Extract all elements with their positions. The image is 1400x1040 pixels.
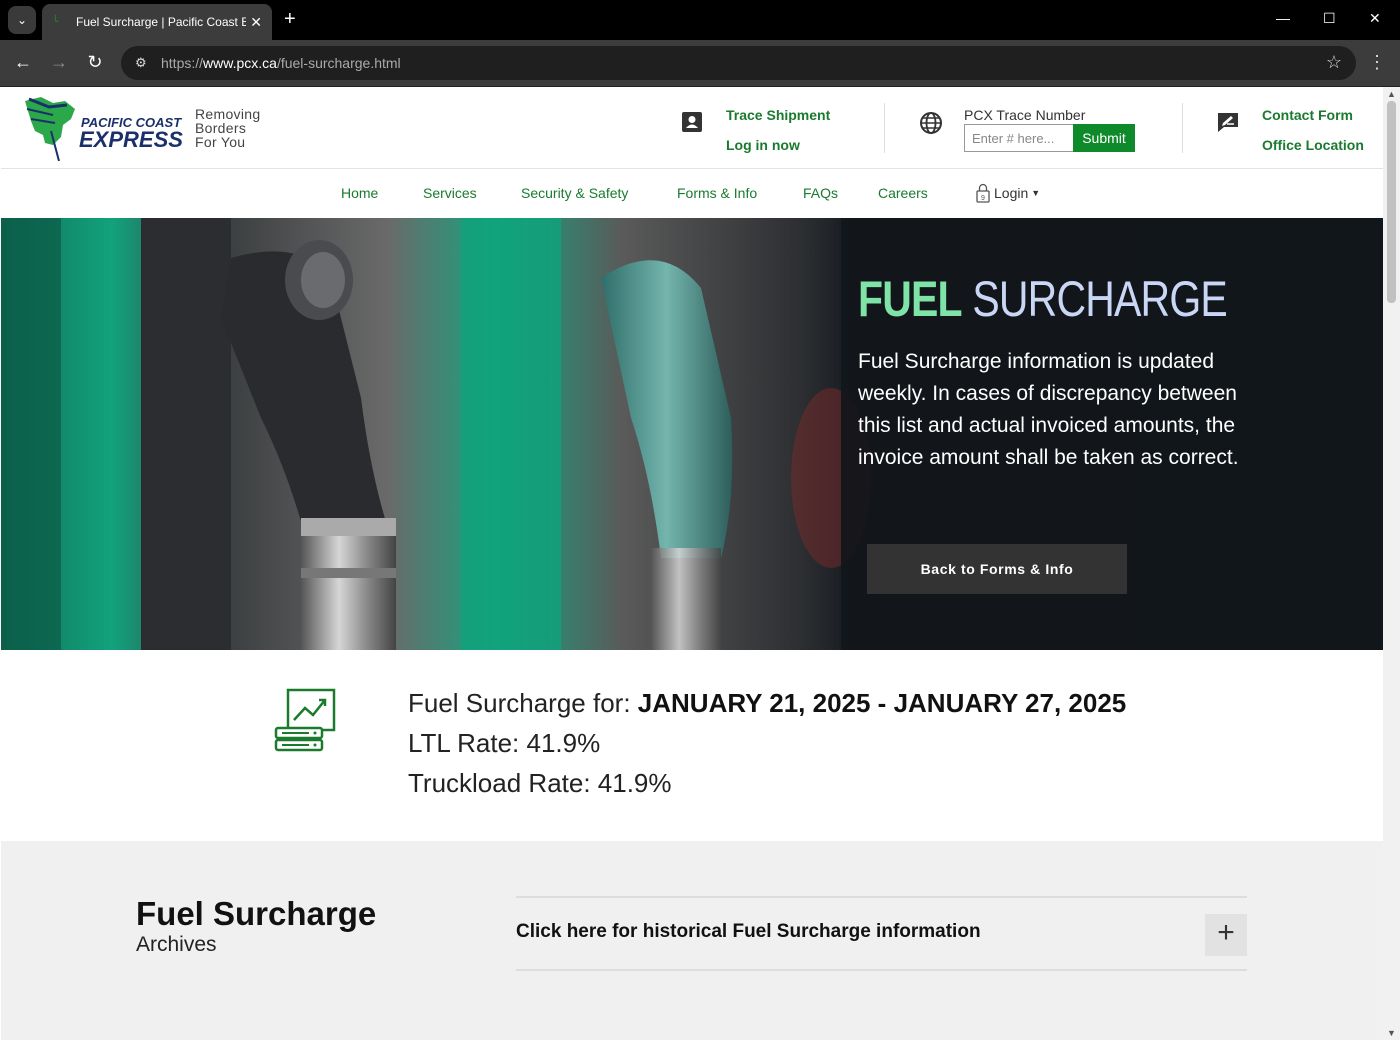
accordion-divider [516, 969, 1247, 971]
address-bar[interactable]: ⚙ https://www.pcx.ca/fuel-surcharge.html… [121, 46, 1356, 80]
logo-map-icon: PACIFIC COAST EXPRESS [25, 97, 183, 162]
browser-tab-active[interactable]: ╰ Fuel Surcharge | Pacific Coast E ✕ [42, 4, 272, 40]
nav-home[interactable]: Home [341, 185, 378, 201]
trace-number-input[interactable] [964, 124, 1074, 152]
hero-description: Fuel Surcharge information is updated we… [858, 350, 1239, 469]
nav-login-dropdown[interactable]: 9 Login ▼ [975, 183, 1040, 203]
archives-subtitle: Archives [136, 933, 217, 956]
site-info-icon[interactable]: ⚙ [135, 55, 157, 71]
office-location-link[interactable]: Office Location [1262, 137, 1364, 153]
reload-icon[interactable]: ↻ [83, 52, 107, 73]
page-scrollbar[interactable]: ▲ ▼ [1383, 87, 1400, 1040]
archives-title: Fuel Surcharge [136, 895, 377, 932]
scroll-thumb[interactable] [1387, 101, 1396, 303]
login-label: Login [994, 185, 1029, 201]
accordion-header[interactable]: Click here for historical Fuel Surcharge… [516, 921, 981, 943]
favicon-icon: ╰ [52, 16, 59, 28]
svg-text:EXPRESS: EXPRESS [79, 127, 183, 152]
lock-icon: 9 [976, 183, 990, 203]
tab-close-icon[interactable]: ✕ [250, 14, 262, 31]
ltl-rate: LTL Rate: 41.9% [408, 728, 601, 758]
header-divider [884, 103, 885, 153]
hero-banner: FUEL SURCHARGE Fuel Surcharge informatio… [1, 218, 1383, 650]
bookmark-star-icon[interactable]: ☆ [1326, 52, 1342, 73]
back-to-forms-button[interactable]: Back to Forms & Info [867, 544, 1127, 594]
forward-icon[interactable]: → [47, 52, 71, 73]
chart-report-icon [273, 688, 337, 759]
scroll-up-icon[interactable]: ▲ [1387, 89, 1396, 99]
trace-shipment-link[interactable]: Trace Shipment [726, 107, 830, 123]
current-surcharge-section: Fuel Surcharge for: JANUARY 21, 2025 - J… [1, 650, 1383, 841]
browser-menu-icon[interactable]: ⋮ [1368, 52, 1386, 73]
contact-form-icon [1216, 111, 1240, 138]
trace-number-label: PCX Trace Number [964, 107, 1086, 123]
page-viewport: PACIFIC COAST EXPRESS Removing Borders F… [1, 87, 1383, 1040]
expand-plus-icon[interactable]: + [1205, 914, 1247, 956]
surcharge-period: Fuel Surcharge for: JANUARY 21, 2025 - J… [408, 688, 1127, 718]
svg-text:9: 9 [981, 195, 985, 202]
window-close-icon[interactable]: ✕ [1369, 10, 1381, 27]
back-icon[interactable]: ← [11, 52, 35, 73]
account-icon [681, 111, 703, 138]
nav-faqs[interactable]: FAQs [803, 185, 838, 201]
truckload-rate: Truckload Rate: 41.9% [408, 768, 672, 798]
contact-form-link[interactable]: Contact Form [1262, 107, 1353, 123]
nav-careers[interactable]: Careers [878, 185, 928, 201]
trace-submit-button[interactable]: Submit [1073, 124, 1135, 152]
hero-title: FUEL SURCHARGE [858, 271, 1228, 327]
log-in-now-link[interactable]: Log in now [726, 137, 800, 153]
pcx-logo[interactable]: PACIFIC COAST EXPRESS [23, 95, 188, 162]
new-tab-icon[interactable]: + [284, 8, 296, 31]
globe-icon [919, 111, 943, 140]
header-divider [1182, 103, 1183, 153]
maximize-icon[interactable]: ☐ [1323, 10, 1336, 27]
tagline: Removing Borders For You [195, 106, 261, 150]
browser-toolbar: ← → ↻ ⚙ https://www.pcx.ca/fuel-surcharg… [0, 40, 1400, 87]
scroll-down-icon[interactable]: ▼ [1387, 1028, 1396, 1038]
main-nav: Home Services Security & Safety Forms & … [1, 169, 1383, 218]
minimize-icon[interactable]: — [1276, 10, 1290, 26]
nav-services[interactable]: Services [423, 185, 477, 201]
nav-forms-info[interactable]: Forms & Info [677, 185, 757, 201]
tab-search-button[interactable]: ⌄ [8, 6, 36, 34]
nav-security-safety[interactable]: Security & Safety [521, 185, 628, 201]
browser-tabbar: ⌄ ╰ Fuel Surcharge | Pacific Coast E ✕ +… [0, 0, 1400, 40]
caret-down-icon: ▼ [1031, 188, 1041, 198]
accordion-divider [516, 896, 1247, 898]
site-header: PACIFIC COAST EXPRESS Removing Borders F… [1, 87, 1383, 169]
tab-title: Fuel Surcharge | Pacific Coast E [76, 15, 246, 29]
archives-section: Fuel Surcharge Archives Click here for h… [1, 841, 1383, 1040]
url-text: https://www.pcx.ca/fuel-surcharge.html [161, 55, 401, 71]
